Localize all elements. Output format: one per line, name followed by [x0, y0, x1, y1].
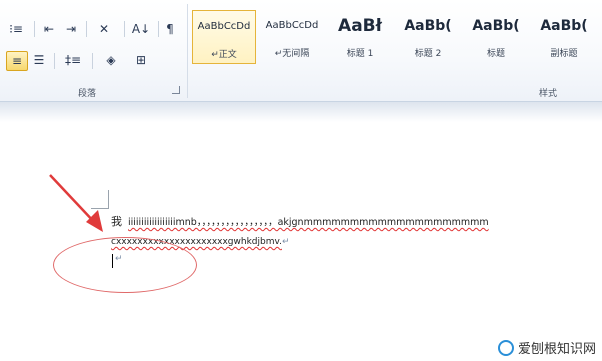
watermark: 爱刨根知识网: [497, 338, 596, 357]
watermark-text: 爱刨根知识网: [517, 342, 596, 357]
watermark-logo-icon: [497, 339, 514, 356]
annotation-arrow-icon: [49, 174, 103, 232]
